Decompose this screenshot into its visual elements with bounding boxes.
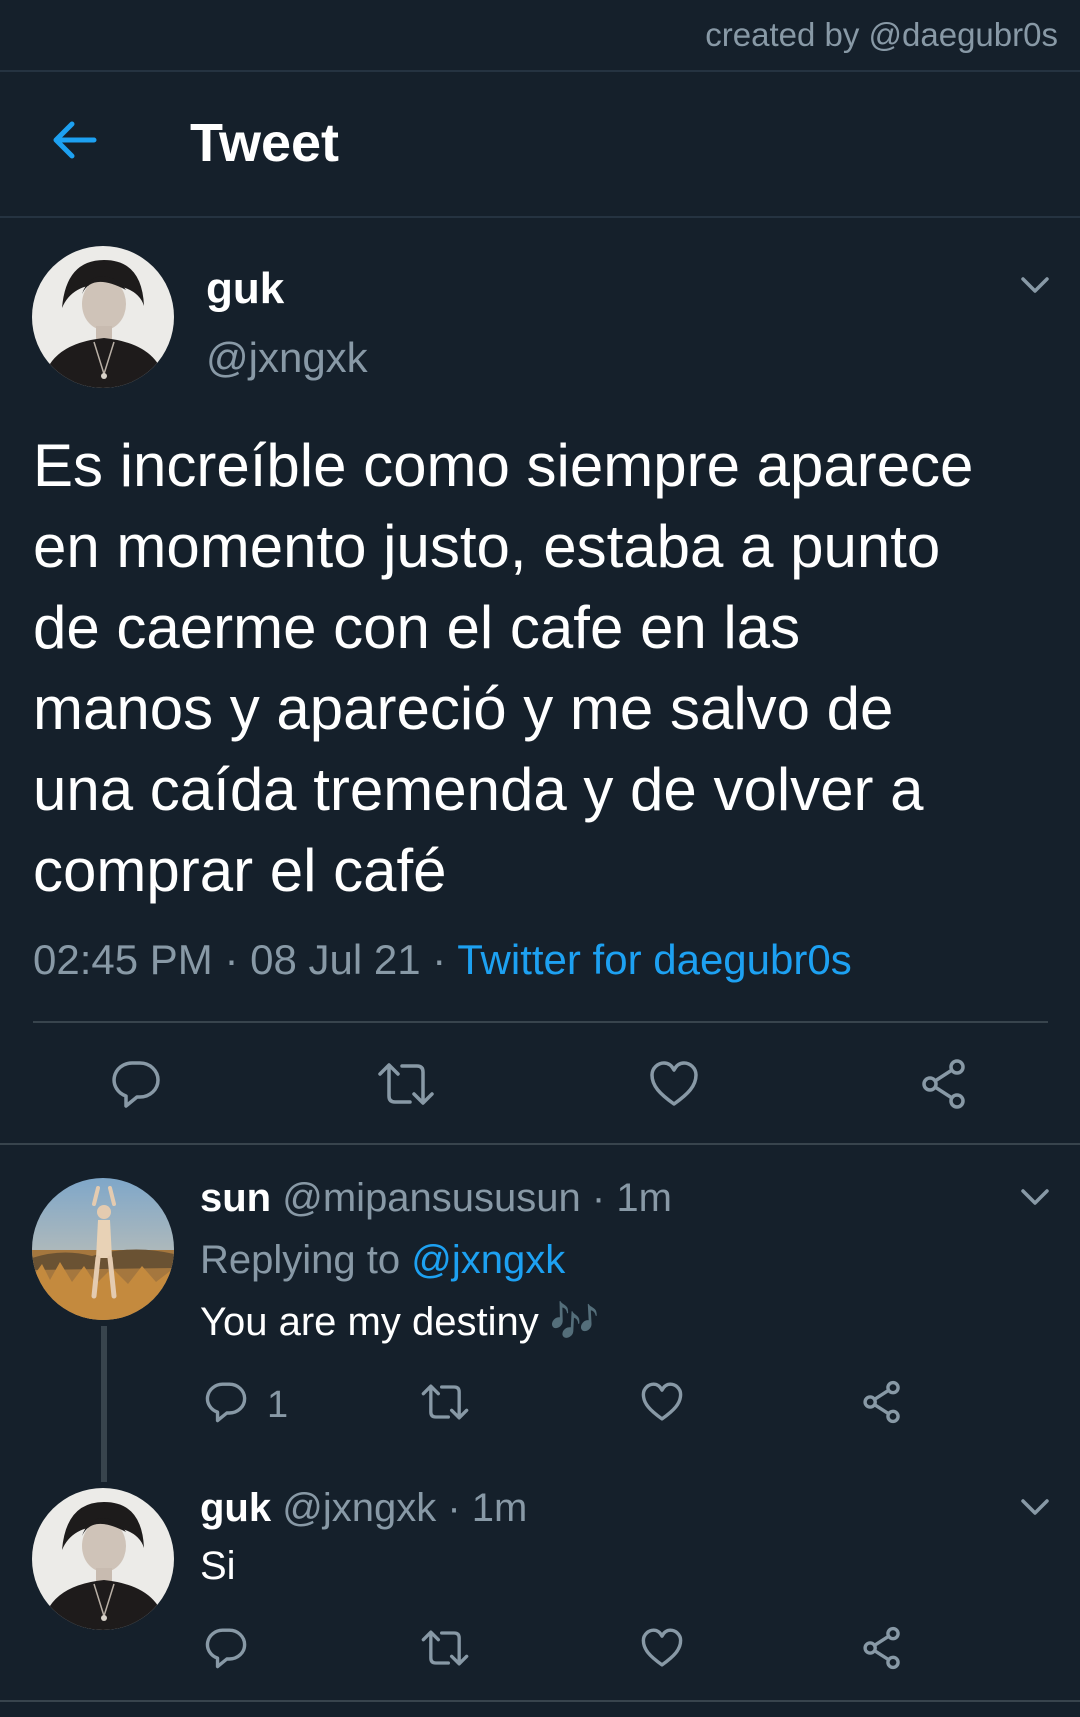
share-icon[interactable] — [918, 1058, 970, 1110]
avatar[interactable] — [32, 1488, 174, 1630]
reply-icon[interactable] — [110, 1058, 162, 1110]
share-icon[interactable] — [860, 1626, 904, 1670]
replying-to: Replying to @jxngxk — [200, 1238, 565, 1283]
retweet-icon[interactable] — [420, 1380, 470, 1424]
section-divider — [0, 1700, 1080, 1702]
author-name[interactable]: guk — [200, 1486, 271, 1530]
thread-line — [101, 1326, 107, 1482]
replying-to-handle[interactable]: @jxngxk — [411, 1238, 565, 1282]
reply-text-body: You are my destiny — [200, 1300, 550, 1344]
app-header: Tweet — [0, 72, 1080, 218]
tweet-source-link[interactable]: Twitter for daegubr0s — [457, 936, 852, 983]
reply-icon[interactable] — [204, 1380, 248, 1424]
author-name[interactable]: sun — [200, 1176, 271, 1220]
replying-to-label: Replying to — [200, 1238, 412, 1282]
reply-text: You are my destiny 🎶 — [200, 1298, 600, 1345]
tweet-text-line: comprar el café — [33, 837, 447, 904]
reply-text: Si — [200, 1544, 236, 1588]
tweet-text: Es increíble como siempre aparece en mom… — [33, 425, 1043, 911]
author-handle[interactable]: @mipansususun — [282, 1176, 581, 1220]
author-handle[interactable]: @jxngxk — [206, 334, 368, 382]
avatar[interactable] — [32, 1178, 174, 1320]
chevron-down-icon[interactable] — [1018, 1490, 1052, 1524]
tweet-date[interactable]: 08 Jul 21 — [250, 936, 420, 983]
tweet-text-line: Es increíble como siempre aparece — [33, 432, 974, 499]
share-icon[interactable] — [860, 1380, 904, 1424]
author-handle[interactable]: @jxngxk — [282, 1486, 436, 1530]
back-arrow-icon[interactable] — [50, 116, 98, 164]
reply-header: sun @mipansususun · 1m — [200, 1176, 672, 1221]
chevron-down-icon[interactable] — [1018, 268, 1052, 302]
tweet-text-line: una caída tremenda y de volver a — [33, 756, 924, 823]
divider — [33, 1021, 1048, 1023]
tweet-text-line: manos y apareció y me salvo de — [33, 675, 894, 742]
like-icon[interactable] — [648, 1058, 700, 1110]
meta-separator: · — [432, 936, 447, 983]
reply-age: · 1m — [591, 1176, 672, 1220]
tweet-time[interactable]: 02:45 PM — [33, 936, 213, 983]
tweet-text-line: de caerme con el cafe en las — [33, 594, 801, 661]
avatar[interactable] — [32, 246, 174, 388]
page-title: Tweet — [190, 113, 340, 173]
section-divider — [0, 1143, 1080, 1145]
retweet-icon[interactable] — [376, 1058, 436, 1110]
reply-icon[interactable] — [204, 1626, 248, 1670]
credit-text: created by @daegubr0s — [705, 16, 1058, 53]
tweet-text-line: en momento justo, estaba a punto — [33, 513, 941, 580]
like-icon[interactable] — [640, 1380, 684, 1424]
music-notes-emoji: 🎶 — [549, 1300, 600, 1344]
reply-header: guk @jxngxk · 1m — [200, 1486, 527, 1531]
reply-count: 1 — [267, 1384, 289, 1426]
meta-separator: · — [224, 936, 239, 983]
chevron-down-icon[interactable] — [1018, 1180, 1052, 1214]
like-icon[interactable] — [640, 1626, 684, 1670]
author-name[interactable]: guk — [206, 264, 284, 314]
tweet-meta: 02:45 PM · 08 Jul 21 · Twitter for daegu… — [33, 936, 852, 984]
credit-bar: created by @daegubr0s — [0, 0, 1080, 72]
reply-age: · 1m — [447, 1486, 528, 1530]
retweet-icon[interactable] — [420, 1626, 470, 1670]
